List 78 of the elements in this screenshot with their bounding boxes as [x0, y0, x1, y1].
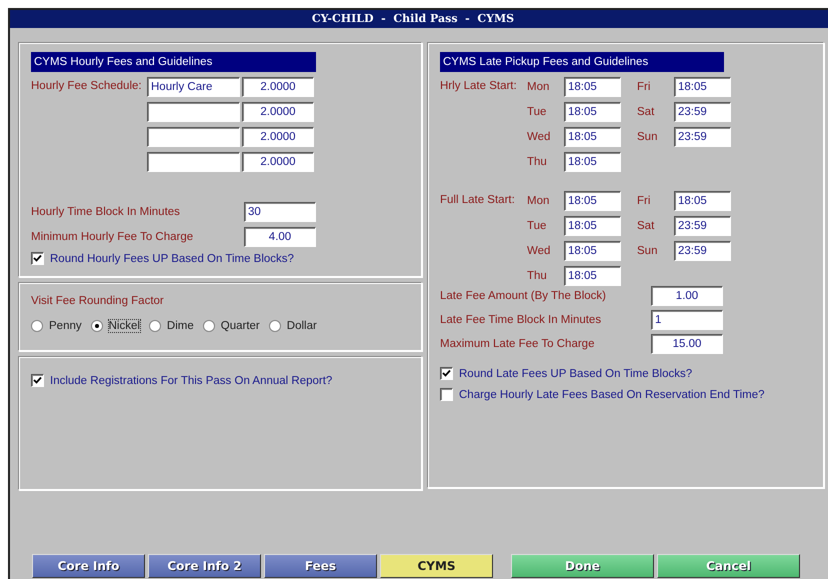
- input-field[interactable]: 4.00: [244, 227, 316, 247]
- radio-label: Quarter: [220, 319, 261, 333]
- radio-label: Dollar: [286, 319, 318, 333]
- field-label: Hourly Fee Schedule:: [31, 79, 143, 94]
- tab[interactable]: Fees: [264, 554, 377, 578]
- time-field[interactable]: 18:05: [564, 241, 621, 261]
- checkbox-label: Include Registrations For This Pass On Annual Report?: [50, 374, 332, 386]
- field-label: Minimum Hourly Fee To Charge: [31, 231, 194, 243]
- day-label: Fri: [637, 195, 652, 207]
- day-label: Sun: [637, 131, 658, 143]
- time-field[interactable]: 18:05: [674, 191, 731, 211]
- check-icon: [33, 376, 42, 385]
- checkbox-label: Round Late Fees UP Based On Time Blocks?: [459, 368, 692, 380]
- day-label: Mon: [527, 195, 550, 207]
- checkbox[interactable]: [31, 252, 44, 265]
- radio-label: Nickel: [108, 319, 141, 333]
- day-label: Thu: [527, 156, 548, 168]
- tab[interactable]: Core Info 2: [148, 554, 261, 578]
- day-label: Tue: [527, 220, 548, 232]
- checkbox-label: Charge Hourly Late Fees Based On Reservation End Time?: [459, 388, 765, 400]
- input-field[interactable]: 30: [244, 202, 316, 222]
- day-label: Sun: [637, 245, 658, 257]
- field-label: Full Late Start:: [440, 193, 516, 208]
- input-field[interactable]: [147, 102, 240, 122]
- time-field[interactable]: 18:05: [564, 77, 621, 97]
- time-field[interactable]: 18:05: [564, 127, 621, 147]
- input-field[interactable]: 2.0000: [242, 127, 314, 147]
- time-field[interactable]: 23:59: [674, 102, 731, 122]
- time-field[interactable]: 18:05: [564, 266, 621, 286]
- check-icon: [442, 369, 451, 378]
- input-field[interactable]: Hourly Care: [147, 77, 240, 97]
- day-label: Thu: [527, 270, 548, 282]
- radio-label: Penny: [48, 319, 83, 333]
- field-label: Hrly Late Start:: [440, 79, 518, 94]
- input-field[interactable]: 1.00: [651, 286, 723, 306]
- tab[interactable]: Core Info: [32, 554, 145, 578]
- day-label: Tue: [527, 106, 548, 118]
- checkbox-label: Round Hourly Fees UP Based On Time Blocks?: [50, 252, 294, 264]
- radio-button[interactable]: [31, 320, 43, 332]
- input-field[interactable]: 1: [651, 310, 723, 330]
- tab[interactable]: CYMS: [380, 554, 493, 578]
- day-label: Sat: [637, 106, 656, 118]
- field-label: Maximum Late Fee To Charge: [440, 338, 594, 350]
- time-field[interactable]: 18:05: [564, 102, 621, 122]
- check-icon: [33, 254, 42, 263]
- time-field[interactable]: 18:05: [564, 216, 621, 236]
- section-header: CYMS Late Pickup Fees and Guidelines: [440, 52, 724, 72]
- time-field[interactable]: 18:05: [564, 152, 621, 172]
- day-label: Wed: [527, 245, 552, 257]
- window-title: CY-CHILD - Child Pass - CYMS: [10, 10, 828, 28]
- input-field[interactable]: 15.00: [651, 334, 723, 354]
- day-label: Mon: [527, 81, 550, 93]
- time-field[interactable]: 18:05: [674, 77, 731, 97]
- input-field[interactable]: 2.0000: [242, 102, 314, 122]
- input-field[interactable]: 2.0000: [242, 77, 314, 97]
- day-label: Fri: [637, 81, 652, 93]
- checkbox[interactable]: [440, 388, 453, 401]
- time-field[interactable]: 18:05: [564, 191, 621, 211]
- checkbox[interactable]: [440, 367, 453, 380]
- radio-button[interactable]: [90, 320, 103, 332]
- group-label: Visit Fee Rounding Factor: [31, 295, 165, 307]
- day-label: Sat: [637, 220, 656, 232]
- time-field[interactable]: 23:59: [674, 216, 731, 236]
- day-label: Wed: [527, 131, 552, 143]
- checkbox[interactable]: [31, 374, 44, 387]
- time-field[interactable]: 23:59: [674, 241, 731, 261]
- section-header: CYMS Hourly Fees and Guidelines: [31, 52, 316, 72]
- time-field[interactable]: 23:59: [674, 127, 731, 147]
- input-field[interactable]: 2.0000: [242, 152, 314, 172]
- radio-button[interactable]: [268, 320, 281, 332]
- field-label: Late Fee Time Block In Minutes: [440, 314, 602, 326]
- input-field[interactable]: [147, 152, 240, 172]
- radio-label: Dime: [166, 319, 195, 333]
- radio-button[interactable]: [202, 320, 215, 332]
- field-label: Hourly Time Block In Minutes: [31, 206, 180, 218]
- field-label: Late Fee Amount (By The Block): [440, 290, 606, 302]
- radio-button[interactable]: [148, 320, 161, 332]
- input-field[interactable]: [147, 127, 240, 147]
